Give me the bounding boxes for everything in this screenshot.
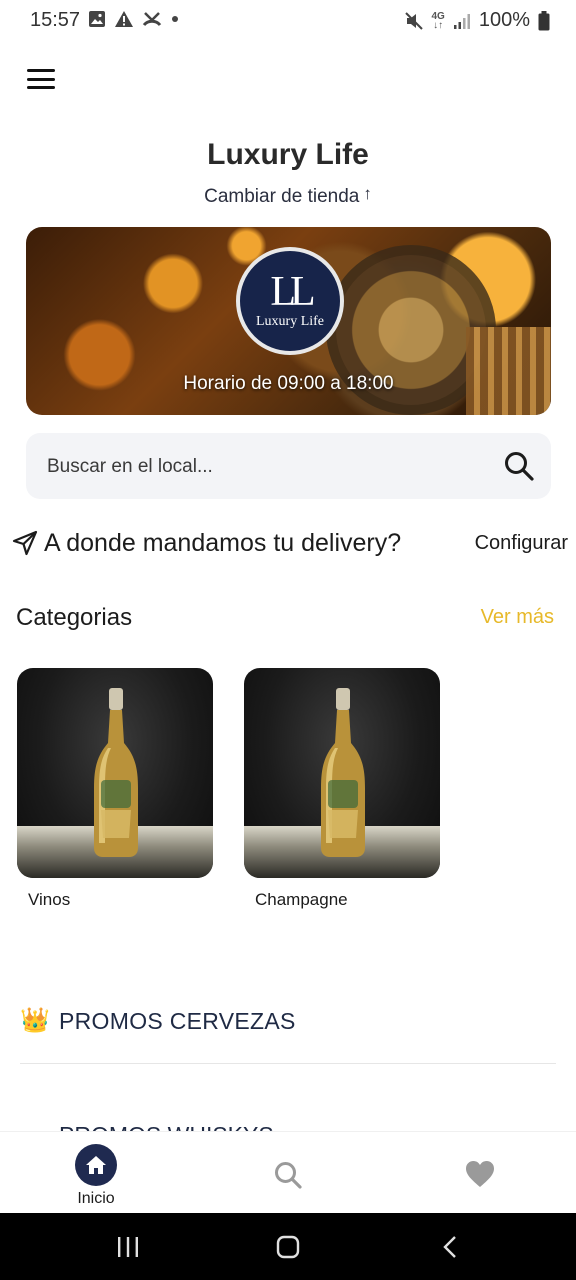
categories-heading: Categorias (16, 604, 133, 631)
promo-section-title: PROMOS CERVEZAS (59, 1008, 296, 1034)
crown-icon: 👑 (20, 1007, 50, 1034)
category-card-champagne[interactable]: Champagne (244, 668, 440, 910)
system-status-icons: 4G ↓↑ 100% (404, 9, 551, 32)
more-notifications-dot-icon (172, 16, 178, 22)
delivery-prompt: A donde mandamos tu delivery? (44, 529, 402, 557)
delivery-address-row[interactable]: A donde mandamos tu delivery? Configurar (12, 526, 568, 566)
home-icon-container (75, 1144, 117, 1186)
search-placeholder: Buscar en el local... (47, 456, 213, 477)
promo-section-cervezas[interactable]: 👑 PROMOS CERVEZAS (20, 1004, 556, 1064)
category-label: Vinos (28, 890, 71, 909)
nav-search-tab[interactable] (192, 1132, 384, 1214)
home-icon (86, 1156, 106, 1174)
network-type-indicator: 4G ↓↑ (431, 10, 445, 31)
store-hours: Horario de 09:00 a 18:00 (183, 373, 394, 394)
store-logo: LL Luxury Life (236, 247, 344, 355)
arrow-up-icon: ↑ (363, 184, 372, 203)
status-bar: 15:57 4G ↓↑ 100% (0, 0, 576, 42)
menu-bar-icon (27, 69, 55, 72)
battery-percentage: 100% (478, 9, 530, 31)
search-icon (275, 1162, 302, 1189)
nav-home-label: Inicio (77, 1190, 115, 1207)
back-icon[interactable] (436, 1235, 464, 1259)
recent-apps-icon[interactable] (114, 1235, 142, 1259)
menu-bar-icon (27, 77, 55, 81)
see-more-categories-link[interactable]: Ver más (481, 606, 554, 629)
missed-call-notification-icon (142, 12, 162, 27)
home-system-icon[interactable] (274, 1235, 302, 1259)
configure-delivery-button[interactable]: Configurar (475, 532, 568, 555)
navigation-arrow-icon (12, 530, 38, 556)
store-banner: LL Luxury Life Horario de 09:00 a 18:00 (26, 227, 551, 415)
heart-icon (466, 1161, 494, 1187)
change-store-label: Cambiar de tienda (204, 186, 360, 207)
gallery-notification-icon (89, 11, 105, 27)
logo-name: Luxury Life (255, 314, 325, 329)
category-card-vinos[interactable]: Vinos (17, 668, 213, 910)
battery-icon (538, 10, 550, 30)
category-label: Champagne (255, 890, 348, 909)
status-time: 15:57 (30, 9, 81, 31)
bottom-navigation-bar: Inicio (0, 1131, 576, 1213)
champagne-bottle-icon (321, 688, 365, 857)
hamburger-menu-button[interactable] (26, 66, 56, 92)
nav-home-tab[interactable]: Inicio (0, 1132, 192, 1214)
logo-monogram: LL (270, 269, 315, 315)
warning-notification-icon (115, 11, 133, 27)
notification-icons (88, 10, 180, 28)
system-navigation-bar (0, 1213, 576, 1280)
search-icon[interactable] (503, 450, 535, 482)
store-title: Luxury Life (207, 138, 369, 171)
signal-strength-icon (453, 13, 470, 29)
mute-icon (404, 11, 423, 30)
category-image (17, 668, 213, 878)
category-image (244, 668, 440, 878)
menu-bar-icon (27, 86, 55, 89)
search-input[interactable]: Buscar en el local... (26, 433, 551, 499)
change-store-link[interactable]: Cambiar de tienda ↑ (0, 184, 576, 208)
nav-favorites-tab[interactable] (384, 1132, 576, 1214)
champagne-bottle-icon (94, 688, 138, 857)
watch-bracelet-decoration (466, 327, 551, 415)
